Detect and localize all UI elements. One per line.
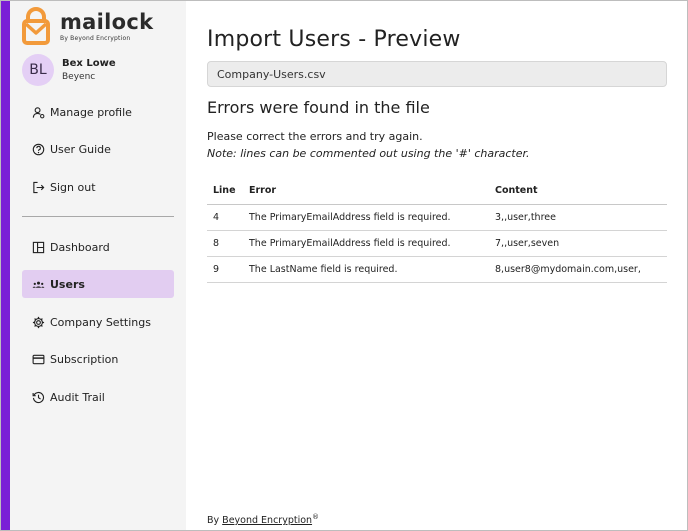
logo[interactable]: mailock By Beyond Encryption bbox=[22, 7, 153, 45]
sidebar: mailock By Beyond Encryption BL Bex Lowe… bbox=[10, 1, 186, 530]
history-icon bbox=[32, 391, 45, 404]
gear-icon bbox=[32, 316, 45, 329]
nav-subscription[interactable]: Subscription bbox=[22, 345, 174, 373]
card-icon bbox=[32, 353, 45, 366]
user-gear-icon bbox=[32, 106, 45, 119]
table-header-row: Line Error Content bbox=[207, 178, 667, 205]
comment-note: Note: lines can be commented out using t… bbox=[207, 147, 530, 160]
cell-error: The PrimaryEmailAddress field is require… bbox=[243, 204, 489, 231]
sign-out-icon bbox=[32, 181, 45, 194]
nav-company-settings[interactable]: Company Settings bbox=[22, 308, 174, 336]
footer-prefix: By bbox=[207, 515, 220, 527]
cell-content: 7,,user,seven bbox=[489, 230, 667, 257]
file-name-field: Company-Users.csv bbox=[207, 61, 667, 87]
dashboard-icon bbox=[32, 241, 45, 254]
user-org: Beyenc bbox=[62, 72, 96, 82]
page-title: Import Users - Preview bbox=[207, 27, 461, 52]
error-message: Please correct the errors and try again. bbox=[207, 130, 423, 143]
cell-line: 9 bbox=[207, 256, 243, 283]
table-row: 4 The PrimaryEmailAddress field is requi… bbox=[207, 204, 667, 231]
footer: By Beyond Encryption® bbox=[207, 513, 319, 526]
logo-tagline: By Beyond Encryption bbox=[60, 35, 131, 42]
logo-wordmark: mailock bbox=[60, 10, 154, 34]
nav-label: Users bbox=[50, 277, 85, 291]
help-circle-icon bbox=[32, 143, 45, 156]
nav-dashboard[interactable]: Dashboard bbox=[22, 233, 174, 261]
sidebar-divider bbox=[22, 216, 174, 217]
errors-table: Line Error Content 4 The PrimaryEmailAdd… bbox=[207, 178, 667, 283]
nav-label: Audit Trail bbox=[50, 390, 105, 404]
nav-label: User Guide bbox=[50, 142, 111, 156]
app-window: mailock By Beyond Encryption BL Bex Lowe… bbox=[0, 0, 688, 531]
nav-users[interactable]: Users bbox=[22, 270, 174, 298]
nav-label: Company Settings bbox=[50, 315, 151, 329]
cell-error: The LastName field is required. bbox=[243, 256, 489, 283]
nav-user-guide[interactable]: User Guide bbox=[22, 135, 174, 163]
users-icon bbox=[32, 278, 45, 291]
cell-content: 8,user8@mydomain.com,user, bbox=[489, 256, 667, 283]
nav-label: Subscription bbox=[50, 352, 119, 366]
header-error: Error bbox=[243, 178, 489, 205]
registered-mark: ® bbox=[312, 513, 320, 521]
errors-heading: Errors were found in the file bbox=[207, 98, 430, 117]
nav-audit-trail[interactable]: Audit Trail bbox=[22, 383, 174, 411]
mailock-logo-icon bbox=[22, 7, 50, 45]
user-card: BL Bex Lowe Beyenc bbox=[22, 54, 116, 86]
nav-manage-profile[interactable]: Manage profile bbox=[22, 98, 174, 126]
cell-content: 3,,user,three bbox=[489, 204, 667, 231]
accent-bar bbox=[1, 1, 10, 530]
cell-line: 8 bbox=[207, 230, 243, 257]
table-row: 9 The LastName field is required. 8,user… bbox=[207, 256, 667, 283]
nav-label: Sign out bbox=[50, 180, 96, 194]
table-row: 8 The PrimaryEmailAddress field is requi… bbox=[207, 230, 667, 257]
cell-error: The PrimaryEmailAddress field is require… bbox=[243, 230, 489, 257]
main-content: Import Users - Preview Company-Users.csv… bbox=[186, 1, 687, 530]
header-content: Content bbox=[489, 178, 667, 205]
footer-link[interactable]: Beyond Encryption bbox=[222, 515, 312, 526]
avatar: BL bbox=[22, 54, 54, 86]
nav-label: Manage profile bbox=[50, 105, 132, 119]
cell-line: 4 bbox=[207, 204, 243, 231]
nav-label: Dashboard bbox=[50, 240, 110, 254]
nav-sign-out[interactable]: Sign out bbox=[22, 173, 174, 201]
user-name: Bex Lowe bbox=[62, 58, 116, 69]
header-line: Line bbox=[207, 178, 243, 205]
